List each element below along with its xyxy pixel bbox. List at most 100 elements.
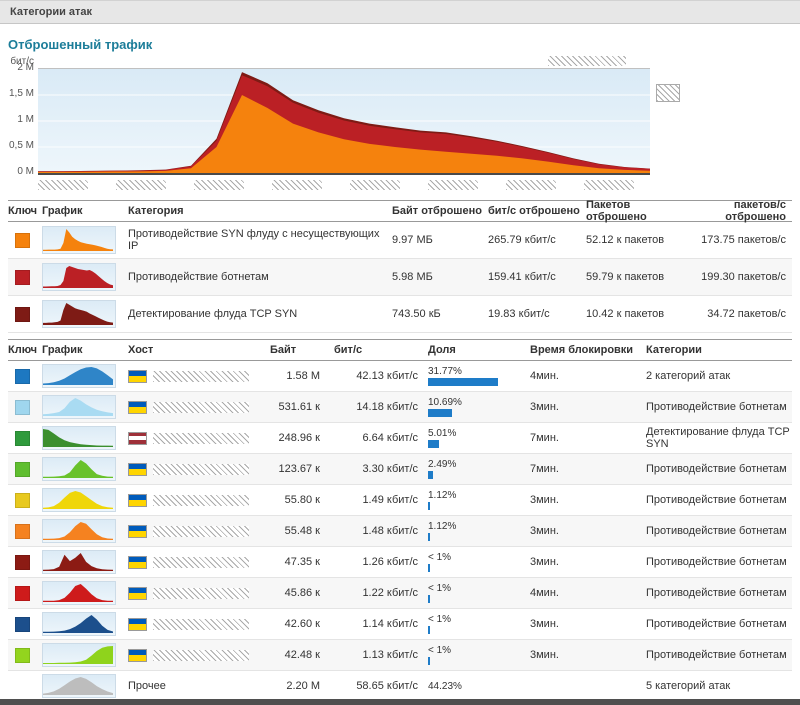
chart-caption-redacted (548, 56, 626, 66)
host-sparkline (42, 395, 116, 419)
bps-value: 3.30 кбит/с (362, 463, 418, 475)
header-bps-dropped: бит/с отброшено (488, 205, 580, 217)
host-categories-value: Противодействие ботнетам (646, 525, 787, 537)
host-sparkline (42, 519, 116, 543)
bytes-value: 42.60 к (284, 618, 320, 630)
bytes-value: 1.58 M (286, 370, 320, 382)
host-row: 123.67 к 3.30 кбит/с 2.49% 7мин. Противо… (8, 454, 792, 485)
key-swatch (15, 399, 30, 415)
share-cell: 10.69% (426, 397, 528, 417)
section-title: Отброшенный трафик (8, 37, 153, 52)
key-swatch (15, 461, 30, 477)
packets-dropped-value: 10.42 к пакетов (586, 308, 665, 320)
bytes-value: 248.96 к (278, 432, 320, 444)
category-label: Противодействие SYN флуду с несуществующ… (128, 228, 380, 252)
share-percent-label: 44.23% (428, 680, 462, 692)
bytes-dropped-value: 5.98 МБ (392, 271, 433, 283)
block-time-value: 3мин. (530, 556, 559, 568)
share-bar (428, 626, 430, 634)
block-time-value: 3мин. (530, 401, 559, 413)
host-categories-value: Противодействие ботнетам (646, 649, 787, 661)
share-percent-label: 1.12% (428, 521, 457, 532)
country-flag-icon (128, 648, 147, 662)
category-row: Детектирование флуда TCP SYN 743.50 кБ 1… (8, 296, 792, 333)
bps-dropped-value: 265.79 кбит/с (488, 234, 556, 246)
category-sparkline (42, 300, 116, 328)
bps-dropped-value: 159.41 кбит/с (488, 271, 556, 283)
x-tick-redacted (194, 180, 244, 190)
pps-dropped-value: 34.72 пакетов/с (707, 308, 786, 320)
bps-value: 1.48 кбит/с (362, 525, 418, 537)
block-time-value: 7мин. (530, 432, 559, 444)
block-time-value: 4мин. (530, 370, 559, 382)
host-name-redacted (153, 556, 249, 568)
key-swatch (15, 306, 30, 322)
bytes-dropped-value: 743.50 кБ (392, 308, 441, 320)
share-bar (428, 471, 433, 479)
share-cell: < 1% (426, 645, 528, 665)
bytes-value: 55.80 к (284, 494, 320, 506)
country-flag-icon (128, 369, 147, 383)
header-host: Хост (128, 344, 154, 356)
y-tick-label: 0,5 M (8, 140, 34, 151)
bps-value: 1.22 кбит/с (362, 587, 418, 599)
packets-dropped-value: 59.79 к пакетов (586, 271, 665, 283)
header-key: Ключ (8, 205, 38, 217)
bps-value: 58.65 кбит/с (356, 680, 418, 692)
category-row: Противодействие ботнетам 5.98 МБ 159.41 … (8, 259, 792, 296)
host-categories-value: Противодействие ботнетам (646, 494, 787, 506)
host-name-redacted (153, 587, 249, 599)
header-share: Доля (428, 344, 456, 356)
country-flag-icon (128, 524, 147, 538)
host-name-redacted (153, 370, 249, 382)
categories-table-header: Ключ График Категория Байт отброшено бит… (8, 199, 792, 223)
share-cell: < 1% (426, 583, 528, 603)
header-graph: График (42, 205, 83, 217)
host-sparkline (42, 488, 116, 512)
bytes-value: 47.35 к (284, 556, 320, 568)
share-bar (428, 595, 430, 603)
share-cell: 44.23% (426, 681, 528, 692)
share-cell: < 1% (426, 614, 528, 634)
block-time-value: 3мин. (530, 649, 559, 661)
host-sparkline (42, 581, 116, 605)
host-row: 248.96 к 6.64 кбит/с 5.01% 7мин. Детекти… (8, 423, 792, 454)
share-percent-label: < 1% (428, 614, 452, 625)
host-categories-value: Противодействие ботнетам (646, 556, 787, 568)
host-name-redacted (153, 494, 249, 506)
host-categories-value: Противодействие ботнетам (646, 463, 787, 475)
share-bar (428, 564, 430, 572)
host-name-redacted (153, 649, 249, 661)
x-tick-redacted (506, 180, 556, 190)
bytes-dropped-value: 9.97 МБ (392, 234, 433, 246)
block-time-value: 3мин. (530, 525, 559, 537)
category-sparkline (42, 226, 116, 254)
host-sparkline (42, 550, 116, 574)
header-packets-dropped: Пакетов отброшено (586, 199, 647, 223)
dropped-traffic-chart: бит/с 2 M 1,5 M 1 M 0,5 M 0 M (8, 56, 792, 194)
host-categories-value: 2 категорий атак (646, 370, 731, 382)
x-tick-redacted (428, 180, 478, 190)
share-bar (428, 440, 439, 448)
share-cell: 2.49% (426, 459, 528, 479)
country-flag-icon (128, 586, 147, 600)
share-percent-label: 31.77% (428, 366, 462, 377)
pps-dropped-value: 173.75 пакетов/с (701, 234, 786, 246)
bps-value: 1.14 кбит/с (362, 618, 418, 630)
bps-value: 42.13 кбит/с (356, 370, 418, 382)
y-tick-label: 1 M (17, 114, 34, 125)
host-categories-value: Противодействие ботнетам (646, 401, 787, 413)
share-bar (428, 409, 452, 417)
share-bar (428, 502, 430, 510)
share-cell: 1.12% (426, 521, 528, 541)
key-swatch (15, 585, 30, 601)
categories-table: Ключ График Категория Байт отброшено бит… (8, 199, 792, 333)
key-swatch (15, 647, 30, 663)
key-swatch (15, 616, 30, 632)
host-row: 55.80 к 1.49 кбит/с 1.12% 3мин. Противод… (8, 485, 792, 516)
bytes-value: 55.48 к (284, 525, 320, 537)
host-sparkline (42, 643, 116, 667)
block-time-value: 7мин. (530, 463, 559, 475)
category-label: Противодействие ботнетам (128, 271, 269, 283)
share-cell: 31.77% (426, 366, 528, 386)
